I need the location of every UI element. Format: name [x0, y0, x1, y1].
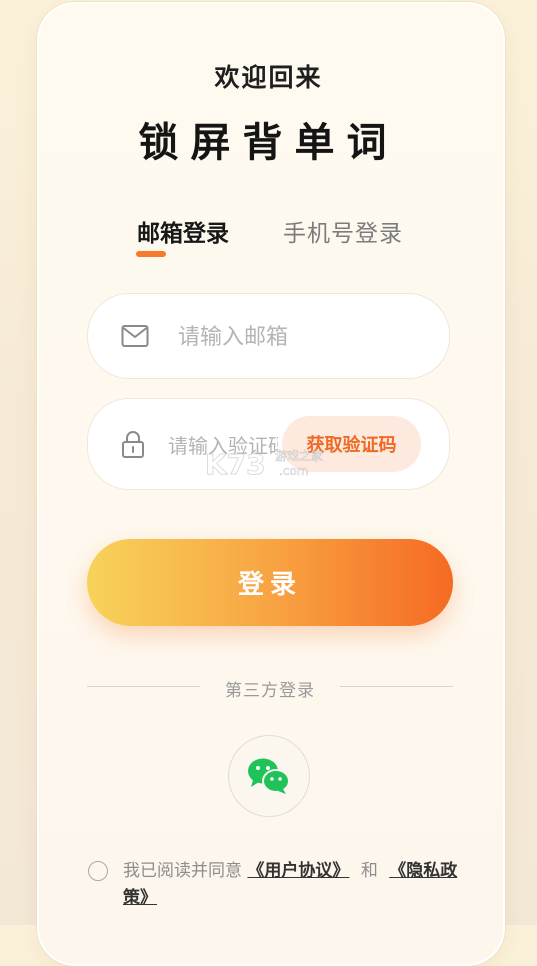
agreement-text: 我已阅读并同意 《用户协议》 和 《隐私政策》: [123, 858, 463, 912]
welcome-text: 欢迎回来: [214, 63, 323, 92]
lock-icon: [121, 430, 145, 462]
divider-left: [87, 686, 200, 687]
user-agreement-link[interactable]: 《用户协议》: [247, 861, 349, 881]
wechat-icon: [248, 758, 290, 794]
tab-phone-login[interactable]: 手机号登录: [283, 214, 403, 248]
divider-right: [340, 686, 453, 687]
agreement-checkbox[interactable]: [88, 861, 108, 881]
tab-email-login[interactable]: 邮箱登录: [137, 214, 229, 248]
active-tab-indicator: [136, 251, 166, 257]
mail-icon: [121, 324, 149, 352]
wechat-login-button[interactable]: [228, 735, 310, 817]
app-title: 锁屏背单词: [138, 120, 399, 166]
agreement-prefix: 我已阅读并同意: [123, 861, 242, 881]
login-button[interactable]: 登录: [87, 539, 453, 626]
third-party-login-label: 第三方登录: [225, 681, 315, 701]
email-input[interactable]: [176, 318, 430, 356]
get-code-button[interactable]: 获取验证码: [282, 416, 421, 472]
agreement-and: 和: [360, 861, 378, 881]
email-field: [87, 293, 450, 379]
verification-code-input[interactable]: [166, 427, 280, 465]
verification-code-field: 获取验证码: [87, 398, 450, 490]
